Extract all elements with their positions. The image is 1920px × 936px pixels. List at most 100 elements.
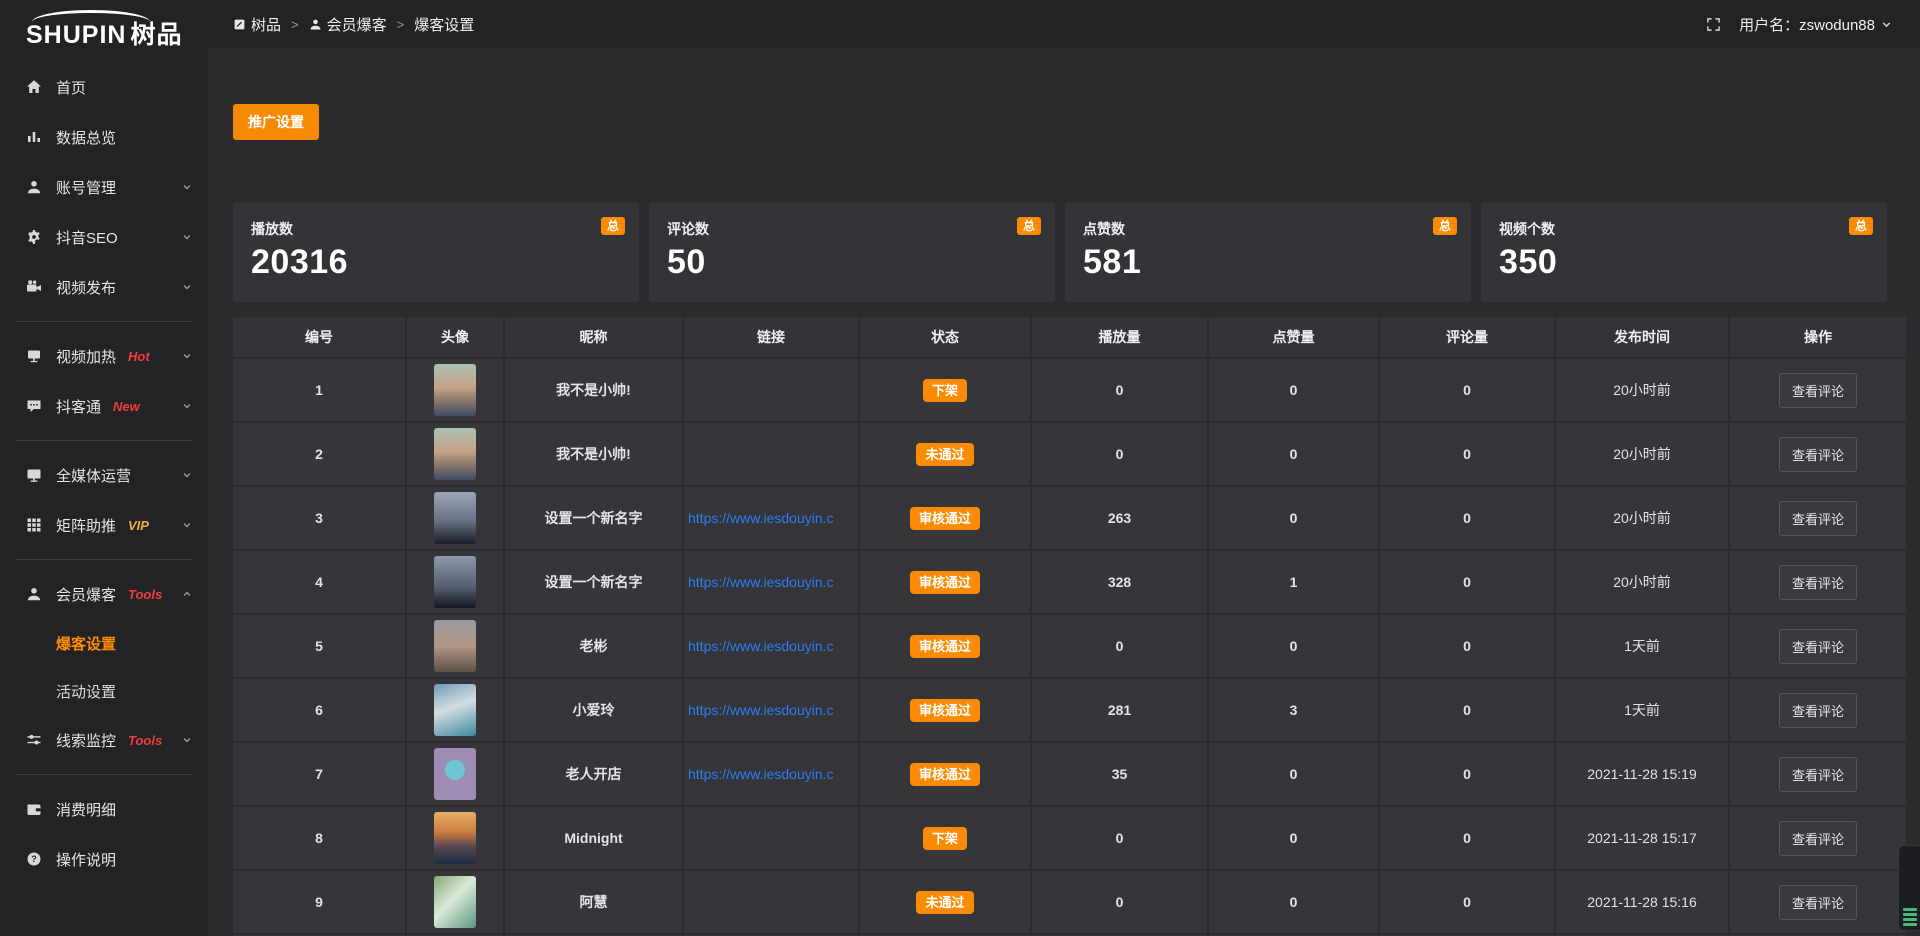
video-link[interactable]: https://www.iesdouyin.c xyxy=(684,766,858,782)
cell-status: 审核通过 xyxy=(860,487,1030,549)
breadcrumb-home[interactable]: 树品 xyxy=(233,14,281,35)
sidebar-item-video-heat[interactable]: 视频加热 Hot xyxy=(0,331,208,381)
chevron-down-icon xyxy=(182,232,192,242)
cell-id: 5 xyxy=(233,615,405,677)
view-comments-button[interactable]: 查看评论 xyxy=(1779,565,1857,600)
row-likes: 0 xyxy=(1290,830,1298,846)
row-time: 1天前 xyxy=(1624,636,1660,656)
view-comments-button[interactable]: 查看评论 xyxy=(1779,821,1857,856)
breadcrumb-member-baoke[interactable]: 会员爆客 xyxy=(309,14,387,35)
cell-actions: 查看评论 xyxy=(1730,807,1906,869)
divider xyxy=(16,321,192,322)
row-plays: 0 xyxy=(1116,830,1124,846)
view-comments-button[interactable]: 查看评论 xyxy=(1779,757,1857,792)
table-body: 1 我不是小帅! 下架 0 0 0 20小时前 查看评论 2 我不是小帅! 未通… xyxy=(233,359,1888,936)
cell-plays: 263 xyxy=(1032,487,1207,549)
sidebar-item-home[interactable]: 首页 xyxy=(0,62,208,112)
cell-id: 8 xyxy=(233,807,405,869)
sidebar-item-all-media[interactable]: 全媒体运营 xyxy=(0,450,208,500)
status-badge: 审核通过 xyxy=(910,635,980,658)
dashboard-icon xyxy=(233,18,246,31)
video-link[interactable]: https://www.iesdouyin.c xyxy=(684,574,858,590)
cell-actions: 查看评论 xyxy=(1730,615,1906,677)
row-nickname: 小爱玲 xyxy=(573,700,615,720)
status-badge: 审核通过 xyxy=(910,699,980,722)
cell-likes: 3 xyxy=(1209,679,1378,741)
row-id: 1 xyxy=(315,382,323,398)
row-time: 2021-11-28 15:17 xyxy=(1587,830,1697,846)
view-comments-button[interactable]: 查看评论 xyxy=(1779,885,1857,920)
svg-text:?: ? xyxy=(31,854,37,864)
cell-comments: 0 xyxy=(1380,487,1554,549)
fullscreen-icon[interactable] xyxy=(1706,17,1721,32)
stat-value: 50 xyxy=(667,243,1037,282)
sidebar-item-video-publish[interactable]: 视频发布 xyxy=(0,262,208,312)
cell-nickname: 老人开店 xyxy=(505,743,682,805)
user-menu[interactable]: 用户名：zswodun88 xyxy=(1739,14,1892,35)
stat-value: 581 xyxy=(1083,243,1453,282)
breadcrumb: 树品 > 会员爆客 > 爆客设置 xyxy=(233,14,474,35)
cell-status: 审核通过 xyxy=(860,615,1030,677)
row-plays: 328 xyxy=(1108,574,1131,590)
promo-settings-button[interactable]: 推广设置 xyxy=(233,104,319,140)
row-time: 2021-11-28 15:16 xyxy=(1587,894,1697,910)
status-badge: 未通过 xyxy=(916,891,973,914)
divider xyxy=(16,559,192,560)
cell-status: 审核通过 xyxy=(860,743,1030,805)
view-comments-button[interactable]: 查看评论 xyxy=(1779,437,1857,472)
sidebar-subitem-baoke-settings[interactable]: 爆客设置 xyxy=(0,619,208,667)
row-id: 4 xyxy=(315,574,323,590)
total-badge: 总 xyxy=(1017,217,1041,235)
cell-nickname: 设置一个新名字 xyxy=(505,487,682,549)
video-link[interactable]: https://www.iesdouyin.c xyxy=(684,510,858,526)
avatar xyxy=(434,876,476,928)
video-link[interactable]: https://www.iesdouyin.c xyxy=(684,702,858,718)
bar-chart-icon xyxy=(26,129,44,145)
status-badge: 审核通过 xyxy=(910,763,980,786)
cell-id: 6 xyxy=(233,679,405,741)
view-comments-button[interactable]: 查看评论 xyxy=(1779,501,1857,536)
row-likes: 0 xyxy=(1290,446,1298,462)
cell-plays: 35 xyxy=(1032,743,1207,805)
floating-widget[interactable] xyxy=(1898,845,1920,931)
cell-nickname: 我不是小帅! xyxy=(505,359,682,421)
sidebar-item-matrix-boost[interactable]: 矩阵助推 VIP xyxy=(0,500,208,550)
cell-avatar xyxy=(407,487,503,549)
sidebar-item-help[interactable]: ? 操作说明 xyxy=(0,834,208,884)
table-row: 4 设置一个新名字 https://www.iesdouyin.c 审核通过 3… xyxy=(233,551,1888,613)
row-nickname: 设置一个新名字 xyxy=(545,572,643,592)
cell-nickname: 设置一个新名字 xyxy=(505,551,682,613)
row-comments: 0 xyxy=(1463,574,1471,590)
view-comments-button[interactable]: 查看评论 xyxy=(1779,693,1857,728)
sidebar-item-douyin-seo[interactable]: 抖音SEO xyxy=(0,212,208,262)
logo-text-en: SHUPIN xyxy=(26,21,126,49)
sidebar-item-douketong[interactable]: 抖客通 New xyxy=(0,381,208,431)
sidebar-subitem-activity-settings[interactable]: 活动设置 xyxy=(0,667,208,715)
avatar xyxy=(434,812,476,864)
row-id: 8 xyxy=(315,830,323,846)
row-time: 20小时前 xyxy=(1613,572,1671,592)
cell-plays: 328 xyxy=(1032,551,1207,613)
row-time: 1天前 xyxy=(1624,700,1660,720)
row-time: 20小时前 xyxy=(1613,380,1671,400)
cell-comments: 0 xyxy=(1380,615,1554,677)
cell-time: 2021-11-28 15:17 xyxy=(1556,807,1728,869)
sidebar-item-consumption-detail[interactable]: 消费明细 xyxy=(0,784,208,834)
cell-likes: 0 xyxy=(1209,359,1378,421)
sidebar-item-member-baoke[interactable]: 会员爆客 Tools xyxy=(0,569,208,619)
breadcrumb-separator: > xyxy=(289,17,301,32)
chat-bubble-icon xyxy=(26,398,44,414)
cell-time: 20小时前 xyxy=(1556,487,1728,549)
sidebar-item-data-overview[interactable]: 数据总览 xyxy=(0,112,208,162)
cell-time: 1天前 xyxy=(1556,615,1728,677)
view-comments-button[interactable]: 查看评论 xyxy=(1779,373,1857,408)
cell-comments: 0 xyxy=(1380,679,1554,741)
cell-nickname: 小爱玲 xyxy=(505,679,682,741)
view-comments-button[interactable]: 查看评论 xyxy=(1779,629,1857,664)
video-link[interactable]: https://www.iesdouyin.c xyxy=(684,638,858,654)
cell-nickname: 老彬 xyxy=(505,615,682,677)
sidebar-item-account-management[interactable]: 账号管理 xyxy=(0,162,208,212)
cell-avatar xyxy=(407,871,503,933)
cell-link xyxy=(684,359,858,421)
sidebar-item-clue-monitor[interactable]: 线索监控 Tools xyxy=(0,715,208,765)
